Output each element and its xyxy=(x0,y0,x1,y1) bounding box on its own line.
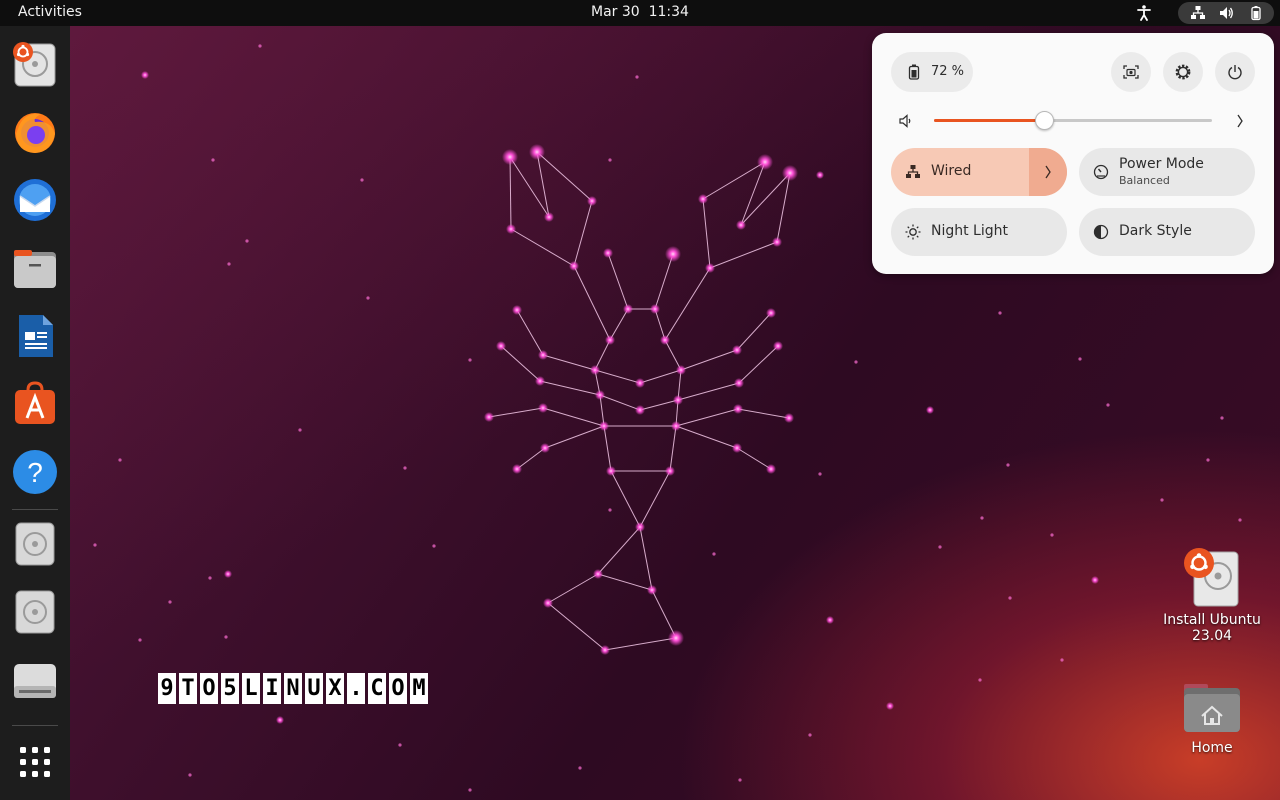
watermark-char: X xyxy=(326,673,344,704)
dark-style-toggle[interactable]: Dark Style xyxy=(1079,208,1255,256)
watermark-char: O xyxy=(389,673,407,704)
watermark-char: C xyxy=(368,673,386,704)
watermark-char: I xyxy=(263,673,281,704)
settings-button[interactable] xyxy=(1163,52,1203,92)
watermark-char: L xyxy=(242,673,260,704)
dock-item-app-center[interactable] xyxy=(11,380,59,428)
files-icon xyxy=(14,250,56,288)
desktop-icon-install-ubuntu[interactable]: Install Ubuntu 23.04 xyxy=(1160,546,1264,644)
watermark: 9TO5LINUX.COM xyxy=(158,673,428,704)
firefox-icon xyxy=(15,113,55,153)
chevron-right-icon xyxy=(1045,165,1051,179)
dock-item-firefox[interactable] xyxy=(11,108,59,156)
disc-icon xyxy=(15,522,55,566)
watermark-char: 5 xyxy=(221,673,239,704)
dock-item-drive[interactable] xyxy=(11,656,59,704)
show-applications-button[interactable] xyxy=(11,738,59,786)
watermark-char: N xyxy=(284,673,302,704)
watermark-char: M xyxy=(410,673,428,704)
system-status-menu[interactable] xyxy=(1178,2,1274,24)
svg-text:?: ? xyxy=(27,457,43,488)
dock-item-install-ubuntu[interactable] xyxy=(11,40,59,88)
volume-icon xyxy=(1218,5,1234,21)
volume-control xyxy=(872,103,1274,139)
chevron-right-icon[interactable] xyxy=(1234,113,1246,129)
home-folder-icon xyxy=(1184,684,1240,732)
dock: ? xyxy=(0,26,70,800)
ubuntu-installer-icon xyxy=(13,42,56,87)
volume-slider-fill xyxy=(934,119,1045,122)
gear-icon xyxy=(1175,64,1191,80)
power-mode-value: Balanced xyxy=(1119,174,1170,187)
screenshot-button[interactable] xyxy=(1111,52,1151,92)
watermark-char: O xyxy=(200,673,218,704)
power-button[interactable] xyxy=(1215,52,1255,92)
dock-item-thunderbird[interactable] xyxy=(11,176,59,224)
battery-icon xyxy=(908,64,920,80)
volume-icon[interactable] xyxy=(898,113,914,129)
night-light-toggle[interactable]: Night Light xyxy=(891,208,1067,256)
drive-icon xyxy=(14,664,56,698)
volume-slider[interactable] xyxy=(934,111,1212,130)
disc-icon xyxy=(15,590,55,634)
help-icon: ? xyxy=(13,450,57,494)
dock-item-files[interactable] xyxy=(11,244,59,292)
dock-item-help[interactable]: ? xyxy=(11,448,59,496)
battery-status-button[interactable]: 72 % xyxy=(891,52,973,92)
dock-item-disc-2[interactable] xyxy=(11,588,59,636)
watermark-char: U xyxy=(305,673,323,704)
install-icon-label: Install Ubuntu xyxy=(1163,612,1261,628)
watermark-char: . xyxy=(347,673,365,704)
date-time-button[interactable]: Mar 30 11:34 xyxy=(591,4,689,20)
night-light-icon xyxy=(905,224,921,240)
app-store-icon xyxy=(15,381,55,424)
activities-button[interactable]: Activities xyxy=(18,4,82,20)
app-grid-icon xyxy=(20,747,50,777)
volume-slider-handle[interactable] xyxy=(1035,111,1054,130)
top-bar: Activities Mar 30 11:34 xyxy=(0,0,1280,26)
night-light-label: Night Light xyxy=(931,223,1008,239)
accessibility-icon[interactable] xyxy=(1134,3,1154,23)
clock: Mar 30 11:34 xyxy=(0,4,1280,20)
power-icon xyxy=(1228,65,1242,80)
quick-settings-panel: 72 % Wired Power Mode Balanced Night Lig… xyxy=(872,33,1274,274)
clock-time: 11:34 xyxy=(648,4,689,20)
dock-item-writer[interactable] xyxy=(11,312,59,360)
dock-separator xyxy=(12,725,58,726)
wired-menu-expander[interactable] xyxy=(1029,148,1067,196)
watermark-char: T xyxy=(179,673,197,704)
clock-date: Mar 30 xyxy=(591,4,640,20)
dark-style-icon xyxy=(1093,224,1109,240)
ubuntu-installer-icon xyxy=(1184,548,1239,607)
network-wired-icon xyxy=(1190,5,1206,21)
watermark-char: 9 xyxy=(158,673,176,704)
desktop-icon-home[interactable]: Home xyxy=(1170,680,1254,756)
install-icon-version: 23.04 xyxy=(1191,628,1233,644)
power-mode-toggle[interactable]: Power Mode Balanced xyxy=(1079,148,1255,196)
battery-percentage: 72 % xyxy=(931,64,965,79)
dock-separator xyxy=(12,509,58,510)
wired-network-toggle[interactable]: Wired xyxy=(891,148,1067,196)
thunderbird-icon xyxy=(14,179,56,221)
screenshot-icon xyxy=(1123,65,1139,79)
dock-item-disc-1[interactable] xyxy=(11,520,59,568)
wired-toggle-label: Wired xyxy=(931,163,972,179)
power-mode-gauge-icon xyxy=(1093,164,1109,180)
battery-icon xyxy=(1248,5,1264,21)
network-wired-icon xyxy=(906,165,920,178)
dark-style-label: Dark Style xyxy=(1119,223,1192,239)
power-mode-label: Power Mode xyxy=(1119,156,1204,172)
home-icon-label: Home xyxy=(1191,740,1233,756)
writer-icon xyxy=(19,315,53,357)
